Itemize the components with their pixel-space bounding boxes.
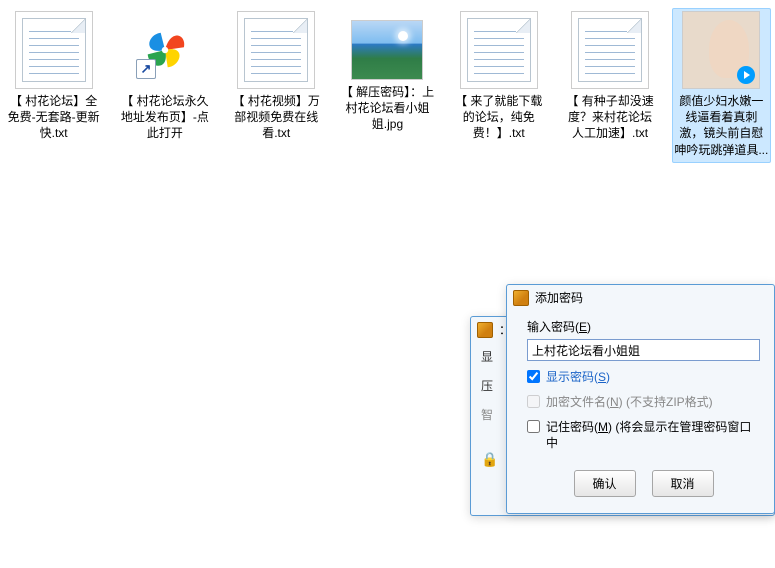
file-thumb	[15, 11, 93, 89]
file-thumb	[571, 11, 649, 89]
archive-app-icon	[513, 290, 529, 306]
file-item-txt3[interactable]: 【 来了就能下载的论坛，纯免费！】.txt	[449, 8, 548, 163]
file-thumb	[682, 11, 760, 89]
add-password-dialog: 添加密码 输入密码(E) 显示密码(S) 加密文件名(N) (不支持ZIP格式)…	[506, 284, 775, 514]
file-label: 颜值少妇水嫩一线逼看着真刺激，镜头前自慰呻吟玩跳弹道具...	[674, 93, 769, 158]
file-item-jpg[interactable]: 【 解压密码】：上村花论坛看小姐姐.jpg	[338, 8, 437, 163]
archive-app-icon	[477, 322, 493, 338]
dialog-button-row: 确认 取消	[527, 470, 760, 497]
file-thumb: ↗	[126, 11, 204, 89]
file-item-txt4[interactable]: 【 有种子却没速度？来村花论坛人工加速】.txt	[560, 8, 659, 163]
show-password-label: 显示密码(S)	[546, 369, 610, 386]
encrypt-filename-row[interactable]: 加密文件名(N) (不支持ZIP格式)	[527, 394, 760, 411]
ok-button[interactable]: 确认	[574, 470, 636, 497]
file-label: 【 村花视频】万部视频免费在线看.txt	[229, 93, 324, 142]
file-item-shortcut[interactable]: ↗ 【 村花论坛永久地址发布页】-点此打开	[115, 8, 214, 163]
file-thumb	[460, 11, 538, 89]
video-thumbnail-icon	[683, 12, 759, 88]
remember-password-checkbox[interactable]	[527, 420, 540, 433]
file-item-txt2[interactable]: 【 村花视频】万部视频免费在线看.txt	[227, 8, 326, 163]
file-item-txt1[interactable]: 【 村花论坛】全免费-无套路-更新快.txt	[4, 8, 103, 163]
shortcut-arrow-icon: ↗	[136, 59, 156, 79]
file-item-video[interactable]: 颜值少妇水嫩一线逼看着真刺激，镜头前自慰呻吟玩跳弹道具...	[672, 8, 771, 163]
show-password-checkbox[interactable]	[527, 370, 540, 383]
file-label: 【 村花论坛】全免费-无套路-更新快.txt	[6, 93, 101, 142]
lock-icon: 🔒	[481, 451, 498, 467]
file-thumb	[351, 20, 423, 80]
play-badge-icon	[737, 66, 755, 84]
file-grid: 【 村花论坛】全免费-无套路-更新快.txt ↗ 【 村花论坛永久地址发布页】-…	[0, 0, 775, 171]
password-input[interactable]	[527, 339, 760, 361]
txt-file-icon	[467, 18, 531, 82]
file-label: 【 村花论坛永久地址发布页】-点此打开	[117, 93, 212, 142]
file-label: 【 有种子却没速度？来村花论坛人工加速】.txt	[562, 93, 657, 142]
file-thumb	[237, 11, 315, 89]
encrypt-filename-checkbox[interactable]	[527, 395, 540, 408]
password-input-label: 输入密码(E)	[527, 318, 760, 335]
dialog-title-text: 添加密码	[535, 289, 583, 306]
txt-file-icon	[22, 18, 86, 82]
dialog-titlebar[interactable]: 添加密码	[507, 285, 774, 310]
file-label: 【 来了就能下载的论坛，纯免费！】.txt	[451, 93, 546, 142]
show-password-row[interactable]: 显示密码(S)	[527, 369, 760, 386]
txt-file-icon	[578, 18, 642, 82]
encrypt-filename-label: 加密文件名(N) (不支持ZIP格式)	[546, 394, 713, 411]
txt-file-icon	[244, 18, 308, 82]
remember-password-row[interactable]: 记住密码(M) (将会显示在管理密码窗口中	[527, 419, 760, 453]
cancel-button[interactable]: 取消	[652, 470, 714, 497]
landscape-photo-icon	[352, 21, 422, 79]
remember-password-label: 记住密码(M) (将会显示在管理密码窗口中	[546, 419, 760, 453]
pinwheel-browser-icon: ↗	[138, 23, 192, 77]
file-label: 【 解压密码】：上村花论坛看小姐姐.jpg	[340, 84, 435, 133]
